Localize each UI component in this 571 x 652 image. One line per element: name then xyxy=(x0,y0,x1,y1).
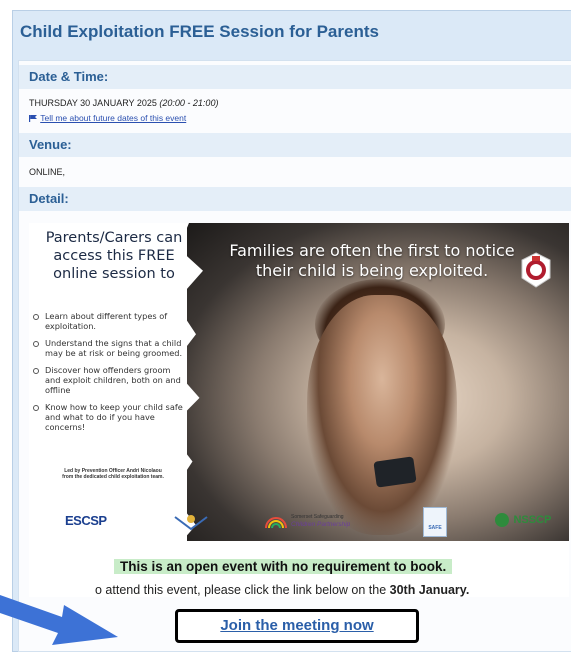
event-date: THURSDAY 30 JANUARY 2025 (20:00 - 21:00) xyxy=(29,98,218,108)
escsp-logo: ESCSP xyxy=(65,513,107,528)
nsscp-icon xyxy=(495,512,509,527)
future-dates-label: Tell me about future dates of this event xyxy=(40,113,187,123)
join-meeting-label: Join the meeting now xyxy=(220,617,374,634)
police-crest-icon xyxy=(521,252,551,288)
attend-prefix: o attend this event, please click the li… xyxy=(95,583,390,597)
led-by-note: Led by Prevention Officer Andri Nicolaou… xyxy=(62,468,164,480)
venue-value: ONLINE, xyxy=(29,167,66,177)
date-time-heading: Date & Time: xyxy=(19,65,571,89)
list-item: Know how to keep your child safe and wha… xyxy=(29,402,187,432)
crest-logo-icon xyxy=(174,515,208,531)
event-time: (20:00 - 21:00) xyxy=(159,98,219,108)
open-event-notice: This is an open event with no requiremen… xyxy=(114,559,453,574)
event-day: THURSDAY 30 JANUARY 2025 xyxy=(29,98,157,108)
venue-heading: Venue: xyxy=(19,133,571,157)
event-flyer: Families are often the first to notice t… xyxy=(29,223,569,597)
list-item: Understand the signs that a child may be… xyxy=(29,338,187,358)
flyer-photo: Families are often the first to notice t… xyxy=(147,223,569,541)
list-item: Discover how offenders groom and exploit… xyxy=(29,365,187,395)
attend-instructions: o attend this event, please click the li… xyxy=(95,583,469,597)
teen-figure xyxy=(307,295,457,535)
list-item: Learn about different types of exploitat… xyxy=(29,311,187,331)
keeping-safe-logo: SAFE xyxy=(423,507,447,537)
flag-icon xyxy=(29,114,38,122)
join-meeting-link[interactable]: Join the meeting now xyxy=(175,609,419,643)
attend-date: 30th January. xyxy=(389,583,470,597)
partner-logos: ESCSP Somerset Safeguarding Children Par… xyxy=(29,505,569,539)
flyer-headline: Families are often the first to notice t… xyxy=(229,241,515,280)
future-dates-link[interactable]: Tell me about future dates of this event xyxy=(29,113,186,123)
phone-icon xyxy=(373,456,417,488)
rainbow-icon xyxy=(265,517,287,529)
nsscp-logo: NSSCP xyxy=(495,511,551,529)
detail-heading: Detail: xyxy=(19,187,571,211)
flyer-bullet-list: Learn about different types of exploitat… xyxy=(29,311,187,439)
page-title: Child Exploitation FREE Session for Pare… xyxy=(20,22,379,41)
flyer-left-title: Parents/Carers can access this FREE onli… xyxy=(45,230,183,282)
pointer-arrow-icon xyxy=(0,595,118,645)
